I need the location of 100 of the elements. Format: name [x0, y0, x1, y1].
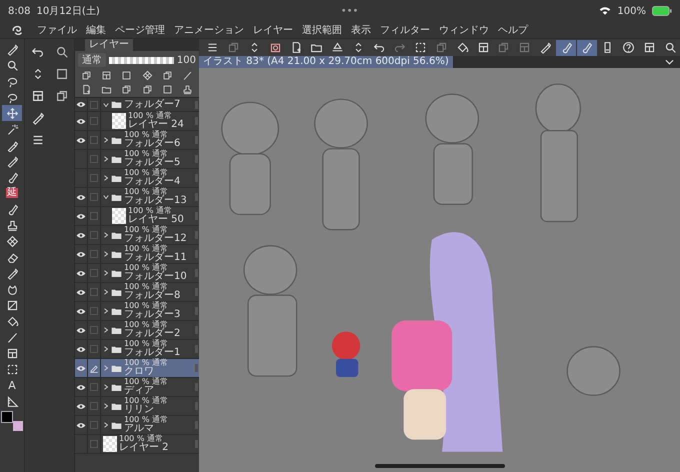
menu-item[interactable]: ファイル — [37, 23, 77, 37]
eye-icon[interactable] — [76, 384, 86, 390]
chevron-right-icon[interactable] — [103, 175, 109, 181]
chevron-right-icon[interactable] — [103, 289, 109, 295]
layer-row[interactable]: 100 % 通常 フォルダー6 — [75, 131, 199, 150]
copy-icon[interactable] — [121, 84, 132, 95]
chevron-right-icon[interactable] — [103, 365, 109, 371]
menu-item[interactable]: ウィンドウ — [439, 23, 489, 37]
opacity-slider[interactable] — [109, 56, 174, 64]
eye-icon[interactable] — [76, 194, 86, 200]
toolbar-button[interactable] — [556, 40, 576, 56]
frame-icon[interactable] — [101, 70, 112, 81]
eye-icon[interactable] — [76, 402, 86, 410]
eye-icon[interactable] — [76, 270, 86, 276]
drag-handle[interactable] — [195, 250, 198, 258]
drag-handle[interactable] — [195, 174, 198, 182]
multitask-dots[interactable]: ••• — [106, 6, 594, 16]
opacity-value[interactable]: 100 — [176, 54, 196, 66]
eye-icon[interactable] — [76, 326, 86, 334]
checkbox[interactable] — [90, 383, 98, 391]
checkbox[interactable] — [90, 307, 98, 315]
layer-row[interactable]: 100 % 通常 フォルダー3 — [75, 302, 199, 321]
chevron-right-icon[interactable] — [103, 270, 109, 276]
app-logo-icon[interactable] — [10, 23, 24, 37]
layer-row[interactable]: 100 % 通常 レイヤー 24 — [75, 112, 199, 131]
eye-icon[interactable] — [76, 136, 86, 144]
layer-row[interactable]: 100 % 通常 フォルダー13 — [75, 188, 199, 207]
checkbox[interactable] — [90, 231, 98, 239]
eye-icon[interactable] — [76, 250, 86, 258]
eye-icon[interactable] — [76, 232, 86, 238]
tool-button[interactable]: 延 — [2, 185, 22, 201]
drag-handle[interactable] — [195, 193, 198, 201]
checkbox[interactable] — [90, 136, 98, 144]
drag-handle[interactable] — [195, 269, 198, 277]
chevron-down-icon[interactable] — [103, 102, 109, 108]
chevron-right-icon[interactable] — [103, 384, 109, 390]
tool-button[interactable] — [2, 105, 22, 121]
checkbox[interactable] — [90, 421, 98, 429]
drag-handle[interactable] — [195, 364, 198, 372]
layer-row[interactable]: 100 % 通常 フォルダー8 — [75, 283, 199, 302]
layer-row[interactable]: 100 % 通常 フォルダー4 — [75, 169, 199, 188]
drag-handle[interactable] — [195, 421, 198, 429]
eye-icon[interactable] — [76, 308, 86, 314]
copy-icon[interactable] — [81, 70, 92, 81]
checkbox[interactable] — [90, 402, 98, 410]
layer-row[interactable]: 100 % 通常 アルマ — [75, 416, 199, 435]
eye-icon[interactable] — [76, 288, 86, 296]
menu-item[interactable]: 表示 — [351, 23, 371, 37]
drag-handle[interactable] — [195, 212, 198, 220]
drag-handle[interactable] — [195, 136, 198, 144]
drag-handle[interactable] — [195, 231, 198, 239]
layer-row[interactable]: 100 % 通常 レイヤー 50 — [75, 207, 199, 226]
eye-icon[interactable] — [76, 364, 86, 372]
checkbox[interactable] — [90, 440, 98, 448]
folder-icon[interactable] — [101, 84, 112, 95]
tool-button[interactable]: A — [2, 377, 22, 393]
chevron-right-icon[interactable] — [103, 308, 109, 314]
layer-row[interactable]: 100 % 通常 フォルダー1 — [75, 340, 199, 359]
checkbox[interactable] — [90, 117, 98, 125]
drag-handle[interactable] — [195, 100, 198, 108]
chevron-right-icon[interactable] — [103, 346, 109, 352]
main-color-swatch[interactable] — [1, 411, 13, 423]
sub-color-swatch[interactable] — [13, 421, 23, 431]
menu-item[interactable]: レイヤー — [253, 23, 293, 37]
checkbox[interactable] — [90, 212, 98, 220]
chevron-right-icon[interactable] — [103, 403, 109, 409]
drag-handle[interactable] — [195, 155, 198, 163]
layer-row[interactable]: 100 % 通常 フォルダー2 — [75, 321, 199, 340]
eye-icon[interactable] — [76, 346, 86, 352]
chevron-right-icon[interactable] — [103, 156, 109, 162]
chevron-down-icon[interactable] — [103, 194, 109, 200]
layer-row[interactable]: 100 % 通常 フォルダー5 — [75, 150, 199, 169]
checkbox[interactable] — [90, 100, 98, 108]
menu-item[interactable]: ヘルプ — [498, 23, 528, 37]
menu-item[interactable]: ページ管理 — [115, 23, 165, 37]
chevron-right-icon[interactable] — [103, 137, 109, 143]
tool-icon[interactable] — [121, 70, 132, 81]
menu-item[interactable]: アニメーション — [174, 23, 244, 37]
menu-icon[interactable] — [30, 133, 44, 147]
checkbox[interactable] — [90, 269, 98, 277]
chevron-down-icon[interactable] — [665, 59, 674, 65]
menu-item[interactable]: フィルター — [380, 23, 430, 37]
blend-mode-dropdown[interactable]: 通常 — [78, 53, 106, 67]
eye-icon[interactable] — [76, 118, 86, 124]
stamp-icon[interactable] — [182, 84, 193, 95]
layer-row[interactable]: 100 % 通常 フォルダー12 — [75, 226, 199, 245]
layer-row[interactable]: 100 % 通常 ディア — [75, 378, 199, 397]
menu-item[interactable]: 編集 — [86, 23, 106, 37]
pen-icon[interactable] — [30, 111, 44, 125]
layer-tab[interactable]: レイヤー — [85, 39, 133, 51]
drag-handle[interactable] — [195, 402, 198, 410]
copy-icon[interactable] — [162, 70, 173, 81]
new-document-icon[interactable] — [81, 84, 92, 95]
chevron-right-icon[interactable] — [103, 327, 109, 333]
canvas-tab[interactable]: イラスト 83* (A4 21.00 x 29.70cm 600dpi 56.6%) — [199, 56, 453, 68]
chevron-right-icon[interactable] — [103, 232, 109, 238]
tool-icon[interactable] — [162, 84, 173, 95]
chevron-right-icon[interactable] — [103, 251, 109, 257]
layer-row[interactable]: フォルダー7 — [75, 98, 199, 112]
drag-handle[interactable] — [195, 307, 198, 315]
